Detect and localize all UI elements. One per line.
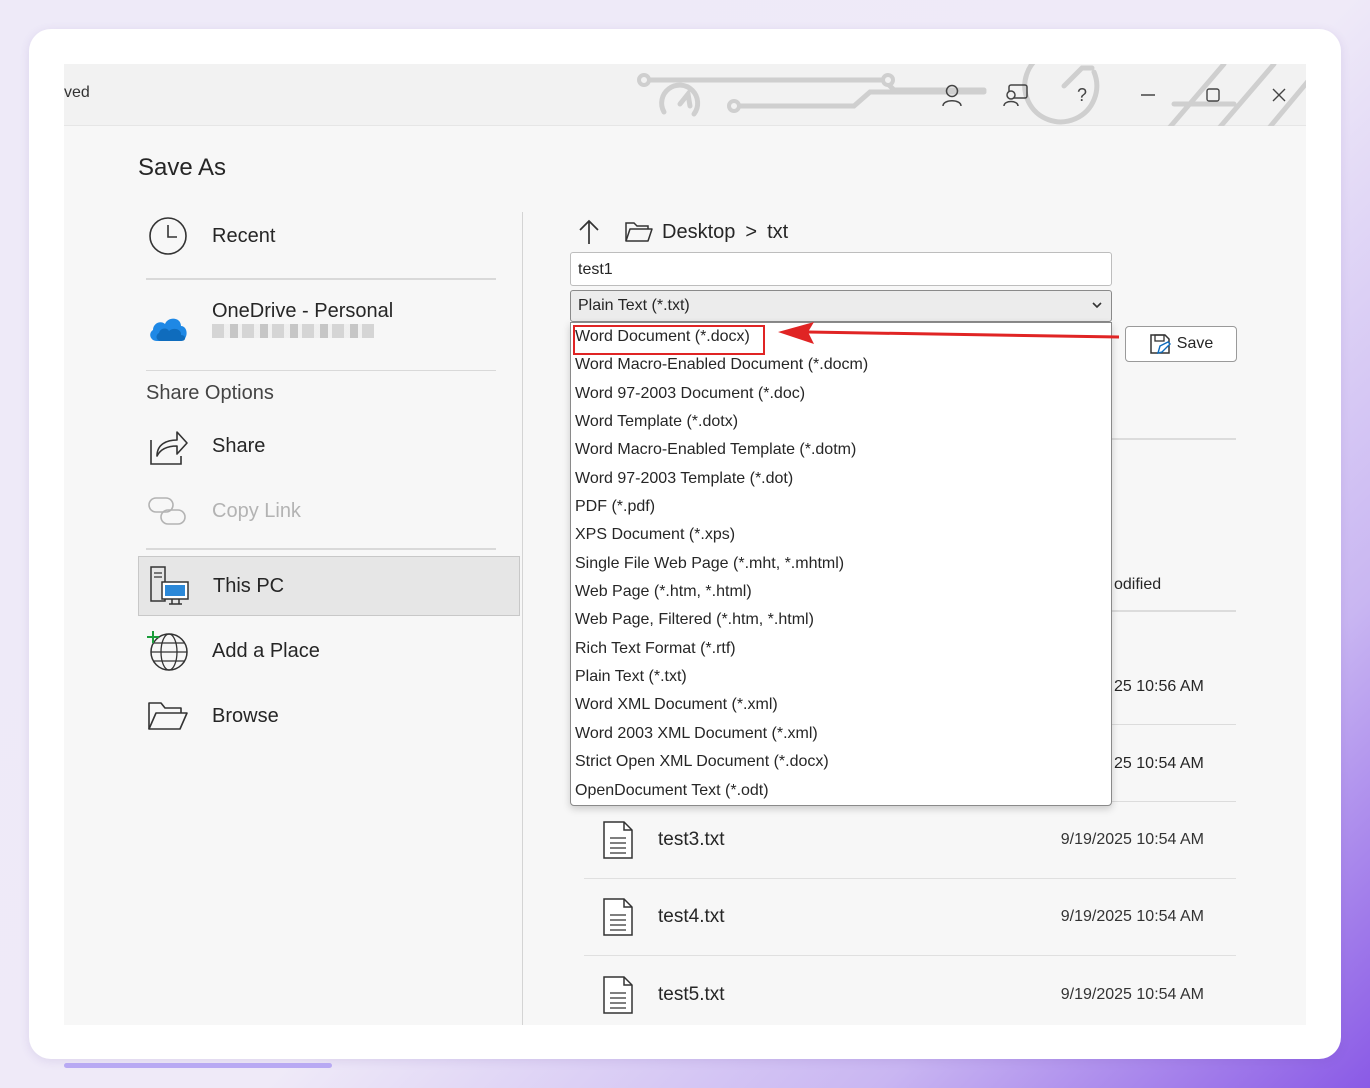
maximize-button[interactable] [1195, 78, 1231, 112]
file-type-select[interactable]: Plain Text (*.txt) [570, 290, 1112, 322]
list-divider [1112, 610, 1236, 612]
file-type-option[interactable]: Word XML Document (*.xml) [571, 691, 1111, 719]
filename-input[interactable]: test1 [570, 252, 1112, 286]
arrow-up-icon [579, 219, 599, 244]
this-pc-icon [150, 566, 189, 605]
file-type-option[interactable]: PDF (*.pdf) [571, 493, 1111, 521]
breadcrumb-separator: > [745, 220, 758, 243]
file-type-dropdown: Word Document (*.docx) Word Macro-Enable… [570, 322, 1112, 806]
close-icon [1272, 88, 1286, 102]
nav-this-pc-label: This PC [213, 574, 285, 597]
file-type-option[interactable]: Word Macro-Enabled Template (*.dotm) [571, 436, 1111, 464]
file-type-option[interactable]: Word 2003 XML Document (*.xml) [571, 720, 1111, 748]
title-bar: ved ? [64, 64, 1306, 126]
file-name: test3.txt [658, 829, 725, 850]
save-as-pane: Save As Recent OneDrive - Personal Share… [84, 126, 1306, 1025]
share-options-heading: Share Options [146, 382, 274, 404]
account-icon [942, 84, 962, 107]
folder-icon-wrap [624, 217, 654, 247]
nav-onedrive-label: OneDrive - Personal [212, 300, 394, 322]
account-button[interactable] [934, 78, 970, 112]
save-button[interactable]: Save [1125, 326, 1237, 362]
text-file-icon [603, 975, 633, 1014]
onedrive-cloud-icon [150, 318, 187, 341]
file-type-option[interactable]: Word 97-2003 Document (*.doc) [571, 380, 1111, 408]
nav-this-pc[interactable]: This PC [138, 556, 520, 616]
onedrive-account-redacted [212, 324, 374, 338]
coauthor-button[interactable] [998, 78, 1034, 112]
up-folder-button[interactable] [574, 217, 604, 247]
file-type-option[interactable]: Web Page, Filtered (*.htm, *.html) [571, 606, 1111, 634]
folder-open-icon [148, 702, 188, 730]
minimize-icon [1141, 94, 1155, 96]
nav-recent[interactable]: Recent [138, 206, 520, 266]
page-title: Save As [138, 154, 227, 181]
list-divider [1112, 724, 1236, 725]
text-file-icon [603, 821, 633, 859]
scroll-indicator [64, 1063, 332, 1068]
file-type-option[interactable]: Web Page (*.htm, *.html) [571, 578, 1111, 606]
help-button[interactable]: ? [1064, 78, 1100, 112]
file-name: test4.txt [658, 906, 725, 927]
nav-divider [146, 278, 496, 280]
share-icon [150, 431, 188, 465]
link-icon [148, 497, 186, 525]
nav-share-label: Share [212, 434, 266, 457]
folder-icon [625, 222, 653, 242]
text-file-icon [603, 898, 633, 936]
add-place-globe-icon [147, 631, 188, 671]
pane-divider [522, 212, 523, 1025]
file-date-partial: 25 10:54 AM [1114, 755, 1204, 772]
screenshot-card: ved ? Save As Recent OneDrive - Personal… [29, 29, 1341, 1059]
nav-divider [146, 548, 496, 550]
file-type-option[interactable]: OpenDocument Text (*.odt) [571, 777, 1111, 805]
file-row[interactable]: test3.txt 9/19/2025 10:54 AM [584, 802, 1236, 879]
breadcrumb-desktop[interactable]: Desktop [662, 221, 735, 244]
word-window: ved ? Save As Recent OneDrive - Personal… [64, 64, 1306, 1025]
minimize-button[interactable] [1130, 78, 1166, 112]
file-type-option[interactable]: Plain Text (*.txt) [571, 663, 1111, 691]
nav-copy-link-label: Copy Link [212, 499, 301, 522]
file-type-option[interactable]: Word 97-2003 Template (*.dot) [571, 465, 1111, 493]
file-date-partial: 25 10:56 AM [1114, 678, 1204, 695]
coauthor-icon [1003, 84, 1028, 107]
nav-browse-label: Browse [212, 704, 279, 727]
file-row[interactable]: test5.txt 9/19/2025 10:54 AM [584, 956, 1236, 1025]
file-type-option[interactable]: Word Document (*.docx) [571, 323, 1111, 351]
file-type-option[interactable]: Word Macro-Enabled Document (*.docm) [571, 351, 1111, 379]
save-button-label: Save [1176, 335, 1214, 352]
nav-browse[interactable]: Browse [138, 686, 520, 746]
file-date: 9/19/2025 10:54 AM [1060, 908, 1204, 925]
nav-add-place-label: Add a Place [212, 639, 320, 662]
nav-recent-label: Recent [212, 224, 276, 247]
breadcrumb: Desktop > txt [574, 214, 788, 250]
file-date: 9/19/2025 10:54 AM [1060, 831, 1204, 848]
file-type-option[interactable]: Word Template (*.dotx) [571, 408, 1111, 436]
file-type-selected: Plain Text (*.txt) [578, 297, 690, 314]
file-type-option[interactable]: Single File Web Page (*.mht, *.mhtml) [571, 550, 1111, 578]
maximize-icon [1206, 88, 1220, 102]
file-type-option[interactable]: XPS Document (*.xps) [571, 521, 1111, 549]
nav-add-place[interactable]: Add a Place [138, 621, 520, 681]
nav-share[interactable]: Share [138, 416, 520, 476]
nav-copy-link[interactable]: Copy Link [138, 481, 520, 541]
clock-icon [149, 217, 187, 255]
breadcrumb-txt[interactable]: txt [767, 221, 788, 244]
nav-divider [146, 370, 496, 371]
file-date: 9/19/2025 10:54 AM [1060, 985, 1204, 1003]
close-button[interactable] [1261, 78, 1297, 112]
help-icon: ? [1076, 84, 1087, 105]
file-type-option[interactable]: Rich Text Format (*.rtf) [571, 635, 1111, 663]
save-icon [1150, 334, 1171, 354]
file-name: test5.txt [658, 983, 725, 1005]
chevron-down-icon [1092, 302, 1102, 309]
file-type-option[interactable]: Strict Open XML Document (*.docx) [571, 748, 1111, 776]
column-header-modified[interactable]: odified [1114, 576, 1161, 594]
window-title: ved [64, 84, 90, 101]
file-row[interactable]: test4.txt 9/19/2025 10:54 AM [584, 879, 1236, 956]
list-divider [1112, 438, 1236, 440]
